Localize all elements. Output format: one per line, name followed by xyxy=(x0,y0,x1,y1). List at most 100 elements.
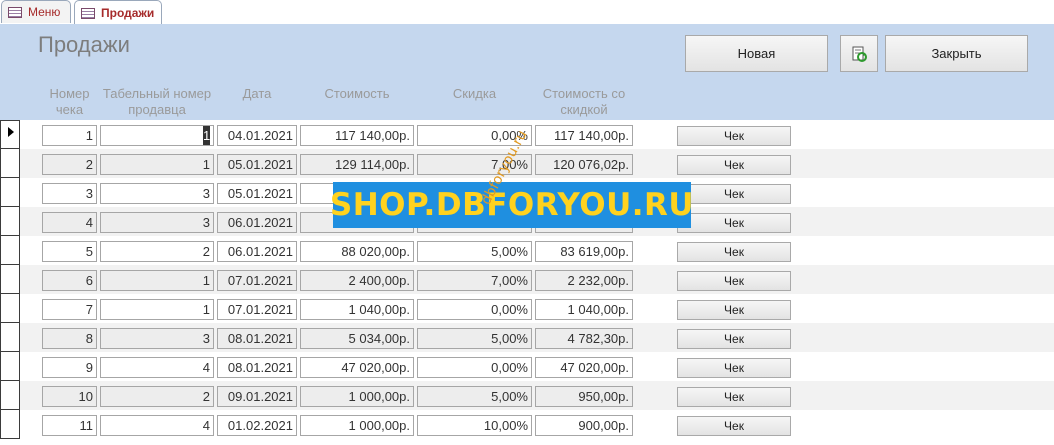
receipt-number-field[interactable]: 5 xyxy=(42,241,97,262)
record-selector[interactable] xyxy=(0,178,20,207)
date-field[interactable]: 08.01.2021 xyxy=(217,357,297,378)
cost-field[interactable]: 1 000,00р. xyxy=(300,386,414,407)
receipt-number-field[interactable]: 2 xyxy=(42,154,97,175)
tab-sales[interactable]: Продажи xyxy=(74,0,162,25)
discount-field[interactable]: 0,00% xyxy=(417,299,532,320)
receipt-number-field[interactable]: 4 xyxy=(42,212,97,233)
date-field[interactable]: 04.01.2021 xyxy=(217,125,297,146)
record-selector[interactable] xyxy=(0,207,20,236)
discount-field[interactable]: 5,00% xyxy=(417,241,532,262)
cost-field[interactable]: 1 000,00р. xyxy=(300,415,414,436)
seller-number-field[interactable]: 1 xyxy=(100,270,214,291)
discount-field[interactable]: 10,00% xyxy=(417,415,532,436)
refresh-button[interactable] xyxy=(840,35,878,72)
watermark-banner: SHOP.DBFORYOU.RU xyxy=(330,182,694,228)
seller-number-field[interactable]: 2 xyxy=(100,386,214,407)
seller-number-field[interactable]: 1 xyxy=(100,125,214,146)
total-field[interactable]: 1 040,00р. xyxy=(535,299,633,320)
cost-field[interactable]: 117 140,00р. xyxy=(300,125,414,146)
date-field[interactable]: 07.01.2021 xyxy=(217,270,297,291)
discount-field[interactable]: 5,00% xyxy=(417,328,532,349)
total-field[interactable]: 120 076,02р. xyxy=(535,154,633,175)
record-selector[interactable] xyxy=(0,149,20,178)
receipt-number-field[interactable]: 10 xyxy=(42,386,97,407)
seller-number-field[interactable]: 4 xyxy=(100,357,214,378)
receipt-number-field[interactable]: 8 xyxy=(42,328,97,349)
record-selector[interactable] xyxy=(0,352,20,381)
cost-field[interactable]: 47 020,00р. xyxy=(300,357,414,378)
receipt-number-field[interactable]: 11 xyxy=(42,415,97,436)
total-field[interactable]: 4 782,30р. xyxy=(535,328,633,349)
receipt-number-field[interactable]: 6 xyxy=(42,270,97,291)
receipt-button[interactable]: Чек xyxy=(677,300,791,320)
total-field[interactable]: 83 619,00р. xyxy=(535,241,633,262)
date-field[interactable]: 08.01.2021 xyxy=(217,328,297,349)
date-field[interactable]: 06.01.2021 xyxy=(217,212,297,233)
date-field[interactable]: 05.01.2021 xyxy=(217,183,297,204)
receipt-button[interactable]: Чек xyxy=(677,416,791,436)
receipt-number-field[interactable]: 9 xyxy=(42,357,97,378)
table-row: 2 1 05.01.2021 129 114,00р. 7,00% 120 07… xyxy=(0,149,1054,178)
table-row: 11 4 01.02.2021 1 000,00р. 10,00% 900,00… xyxy=(0,410,1054,439)
receipt-button[interactable]: Чек xyxy=(677,271,791,291)
seller-number-value: 1 xyxy=(203,126,211,145)
seller-number-field[interactable]: 3 xyxy=(100,183,214,204)
seller-number-field[interactable]: 3 xyxy=(100,212,214,233)
date-field[interactable]: 05.01.2021 xyxy=(217,154,297,175)
total-field[interactable]: 117 140,00р. xyxy=(535,125,633,146)
cost-field[interactable]: 129 114,00р. xyxy=(300,154,414,175)
cost-field[interactable]: 1 040,00р. xyxy=(300,299,414,320)
table-row: 8 3 08.01.2021 5 034,00р. 5,00% 4 782,30… xyxy=(0,323,1054,352)
seller-number-field[interactable]: 4 xyxy=(100,415,214,436)
cost-field[interactable]: 88 020,00р. xyxy=(300,241,414,262)
record-selector[interactable] xyxy=(0,265,20,294)
table-row: 5 2 06.01.2021 88 020,00р. 5,00% 83 619,… xyxy=(0,236,1054,265)
record-selector[interactable] xyxy=(0,323,20,352)
column-header-total: Стоимость со скидкой xyxy=(542,86,626,117)
tab-menu[interactable]: Меню xyxy=(1,0,71,23)
receipt-button[interactable]: Чек xyxy=(677,213,791,233)
tab-sales-label: Продажи xyxy=(101,6,155,20)
record-selector[interactable] xyxy=(0,120,20,149)
record-selector[interactable] xyxy=(0,294,20,323)
seller-number-field[interactable]: 1 xyxy=(100,154,214,175)
new-button[interactable]: Новая xyxy=(685,35,828,72)
date-field[interactable]: 06.01.2021 xyxy=(217,241,297,262)
total-field[interactable]: 900,00р. xyxy=(535,415,633,436)
receipt-number-field[interactable]: 7 xyxy=(42,299,97,320)
date-field[interactable]: 07.01.2021 xyxy=(217,299,297,320)
receipt-button[interactable]: Чек xyxy=(677,358,791,378)
discount-field[interactable]: 7,00% xyxy=(417,270,532,291)
receipt-button[interactable]: Чек xyxy=(677,155,791,175)
receipt-button[interactable]: Чек xyxy=(677,242,791,262)
discount-field[interactable]: 5,00% xyxy=(417,386,532,407)
seller-number-field[interactable]: 1 xyxy=(100,299,214,320)
record-selector[interactable] xyxy=(0,381,20,410)
seller-number-field[interactable]: 2 xyxy=(100,241,214,262)
receipt-button[interactable]: Чек xyxy=(677,184,791,204)
total-field[interactable]: 47 020,00р. xyxy=(535,357,633,378)
form-icon xyxy=(81,7,95,19)
record-selector[interactable] xyxy=(0,410,20,439)
total-field[interactable]: 2 232,00р. xyxy=(535,270,633,291)
column-header-receipt-number: Номер чека xyxy=(49,86,90,117)
discount-field[interactable]: 0,00% xyxy=(417,357,532,378)
receipt-button[interactable]: Чек xyxy=(677,126,791,146)
receipt-number-field[interactable]: 1 xyxy=(42,125,97,146)
tab-menu-label: Меню xyxy=(28,5,61,19)
table-row: 7 1 07.01.2021 1 040,00р. 0,00% 1 040,00… xyxy=(0,294,1054,323)
date-field[interactable]: 09.01.2021 xyxy=(217,386,297,407)
close-button[interactable]: Закрыть xyxy=(885,35,1028,72)
column-header-date: Дата xyxy=(242,86,272,101)
receipt-number-field[interactable]: 3 xyxy=(42,183,97,204)
cost-field[interactable]: 2 400,00р. xyxy=(300,270,414,291)
cost-field[interactable]: 5 034,00р. xyxy=(300,328,414,349)
document-tab-strip: Меню Продажи xyxy=(0,0,1054,25)
seller-number-field[interactable]: 3 xyxy=(100,328,214,349)
receipt-button[interactable]: Чек xyxy=(677,329,791,349)
record-selector[interactable] xyxy=(0,236,20,265)
date-field[interactable]: 01.02.2021 xyxy=(217,415,297,436)
receipt-button[interactable]: Чек xyxy=(677,387,791,407)
total-field[interactable]: 950,00р. xyxy=(535,386,633,407)
table-row: 10 2 09.01.2021 1 000,00р. 5,00% 950,00р… xyxy=(0,381,1054,410)
